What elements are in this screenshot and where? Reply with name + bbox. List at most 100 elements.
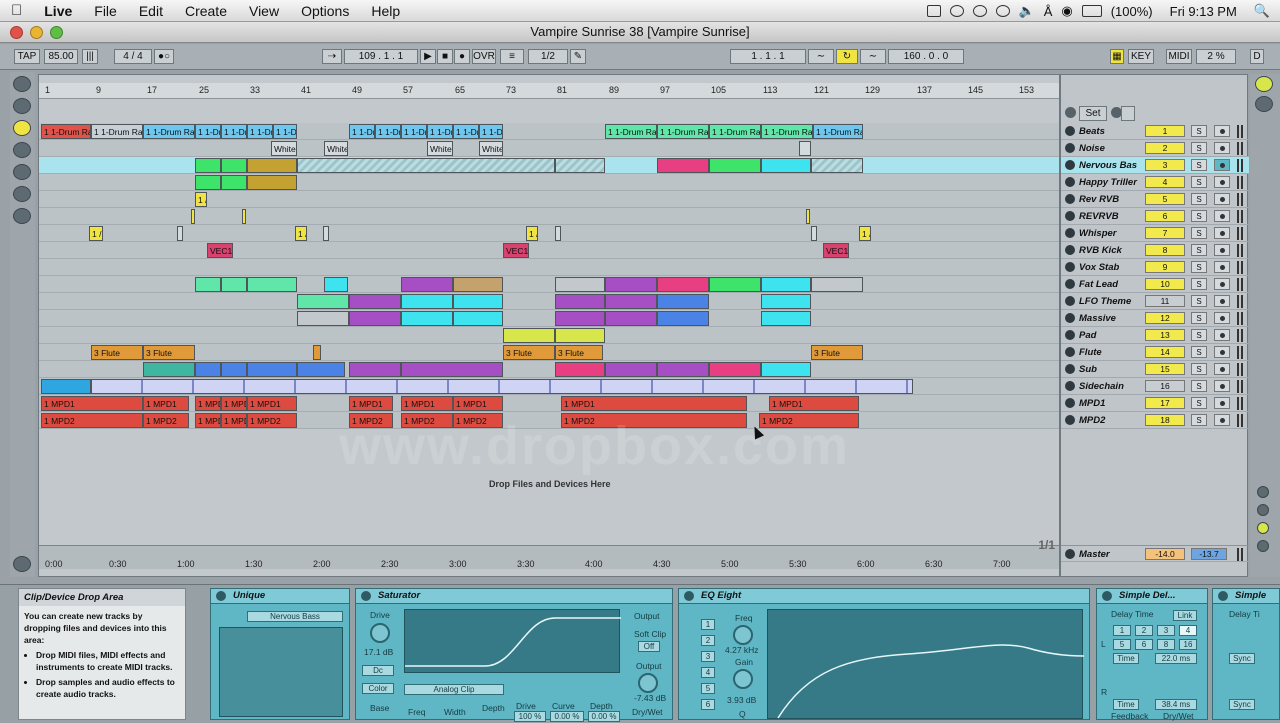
sync-button[interactable]: Sync	[1229, 653, 1255, 664]
arrangement-view[interactable]: 1 9 17 25 33 41 49 57 65 73 81 89 97 105…	[38, 74, 1060, 577]
menu-create[interactable]: Create	[174, 3, 238, 19]
solo-button[interactable]: S	[1191, 193, 1207, 205]
clock[interactable]: Fri 9:13 PM	[1170, 4, 1237, 19]
track-activator[interactable]: 9	[1145, 261, 1185, 273]
clip[interactable]: 1 1-Dr	[273, 124, 297, 139]
punch-out-button[interactable]: ∼	[860, 49, 886, 64]
play-icon[interactable]	[1065, 279, 1075, 289]
clip[interactable]: VEC1	[503, 243, 529, 258]
clip[interactable]	[324, 277, 348, 292]
midi-map-button[interactable]: MIDI	[1166, 49, 1192, 64]
clip[interactable]	[453, 311, 503, 326]
beat-ruler[interactable]: 1 9 17 25 33 41 49 57 65 73 81 89 97 105…	[39, 83, 1059, 99]
clip[interactable]	[401, 362, 503, 377]
arm-button[interactable]	[1214, 244, 1230, 256]
softclip-toggle[interactable]: Off	[638, 641, 660, 652]
lane-vox-stab[interactable]	[39, 259, 1059, 276]
clip[interactable]	[811, 277, 863, 292]
clip[interactable]: 1 /	[295, 226, 307, 241]
clip[interactable]: 1 MPD2	[41, 413, 143, 428]
clip[interactable]	[555, 226, 561, 241]
master-volume[interactable]: -14.0	[1145, 548, 1185, 560]
device-unique[interactable]: Unique Nervous Bass	[210, 588, 350, 720]
lane-rev-rvb[interactable]: 1 /	[39, 191, 1059, 208]
play-icon[interactable]	[1065, 549, 1075, 559]
arm-button[interactable]	[1214, 312, 1230, 324]
device-simple-delay[interactable]: Simple Del... Delay Time Link L 1 2 3 4 …	[1096, 588, 1208, 721]
arm-button[interactable]	[1214, 346, 1230, 358]
lane-lfo-theme[interactable]	[39, 293, 1059, 310]
track-activator[interactable]: 4	[1145, 176, 1185, 188]
metronome-button[interactable]: ●○	[154, 49, 174, 64]
solo-button[interactable]: S	[1191, 329, 1207, 341]
drive2-field[interactable]: 100 %	[514, 711, 546, 722]
clip[interactable]	[709, 277, 761, 292]
volume-icon[interactable]: 🔈	[1019, 3, 1035, 19]
clip[interactable]	[555, 277, 605, 292]
track-activator[interactable]: 10	[1145, 278, 1185, 290]
band-4[interactable]: 4	[701, 667, 715, 678]
lane-pad[interactable]	[39, 327, 1059, 344]
track-lfo-theme[interactable]: LFO Theme 11 S	[1061, 293, 1249, 310]
clip[interactable]	[195, 158, 221, 173]
clip[interactable]: 1 1-Dr	[247, 124, 273, 139]
clip[interactable]: 3 Flute	[91, 345, 143, 360]
arrangement-view-icon[interactable]	[1255, 96, 1273, 112]
solo-button[interactable]: S	[1191, 261, 1207, 273]
minimize-icon[interactable]	[30, 26, 43, 39]
lock-icon[interactable]	[1121, 106, 1135, 121]
overview-toggle-icon[interactable]	[13, 556, 31, 572]
time-left-button[interactable]: Time	[1113, 653, 1139, 664]
clip[interactable]: VEC1	[823, 243, 849, 258]
track-activator[interactable]: 7	[1145, 227, 1185, 239]
play-button[interactable]: ▶	[420, 49, 436, 64]
color-button[interactable]: Color	[362, 683, 394, 694]
clip[interactable]	[657, 158, 709, 173]
play-icon[interactable]	[1065, 211, 1075, 221]
clip[interactable]: 1 MPD2	[221, 413, 247, 428]
track-lanes[interactable]: 1 1-Drum Ra 1 1-Drum Ra 1 1-Drum Ra 1 1-…	[39, 123, 1059, 429]
live-devices-icon[interactable]	[13, 98, 31, 114]
lane-rvb-kick[interactable]: VEC1 VEC1 VEC1	[39, 242, 1059, 259]
solo-button[interactable]: S	[1191, 176, 1207, 188]
clip[interactable]	[709, 158, 761, 173]
power-icon[interactable]	[684, 591, 694, 601]
band-6[interactable]: 6	[701, 699, 715, 710]
track-activator[interactable]: 6	[1145, 210, 1185, 222]
drive-knob[interactable]	[370, 623, 390, 643]
lane-whisper[interactable]: 1 / 1 / 1 / 1 /	[39, 225, 1059, 242]
grid-5[interactable]: 5	[1113, 639, 1131, 650]
track-sub[interactable]: Sub 15 S	[1061, 361, 1249, 378]
grid-2[interactable]: 2	[1135, 625, 1153, 636]
clip[interactable]: VEC1	[207, 243, 233, 258]
track-beats[interactable]: Beats 1 S	[1061, 123, 1249, 140]
right-time-field[interactable]: 38.4 ms	[1155, 699, 1197, 710]
spotlight-icon[interactable]: 🔍	[1254, 3, 1270, 19]
band-3[interactable]: 3	[701, 651, 715, 662]
play-icon[interactable]	[1065, 364, 1075, 374]
set-button[interactable]: Set	[1079, 106, 1107, 121]
depth2-field[interactable]: 0.00 %	[588, 711, 620, 722]
clip[interactable]	[709, 362, 761, 377]
clip[interactable]: 1 MPD1	[247, 396, 297, 411]
arm-button[interactable]	[1214, 380, 1230, 392]
clip[interactable]	[177, 226, 183, 241]
clip[interactable]	[605, 311, 657, 326]
grid-16[interactable]: 16	[1179, 639, 1197, 650]
clip[interactable]	[297, 311, 349, 326]
track-activator[interactable]: 1	[1145, 125, 1185, 137]
clip[interactable]: 1 1-Dr	[349, 124, 375, 139]
track-activator[interactable]: 3	[1145, 159, 1185, 171]
clip[interactable]	[503, 328, 555, 343]
signature-field[interactable]: 4 / 4	[114, 49, 152, 64]
clip[interactable]: 1 /	[526, 226, 538, 241]
solo-button[interactable]: S	[1191, 244, 1207, 256]
plugins-icon[interactable]	[13, 120, 31, 136]
clip[interactable]: 1 MPD1	[561, 396, 747, 411]
clip[interactable]: 1 /	[859, 226, 871, 241]
arm-button[interactable]	[1214, 142, 1230, 154]
clip[interactable]: 1 MPD2	[195, 413, 221, 428]
clip[interactable]: 1 1-Dr	[427, 124, 453, 139]
clip[interactable]	[195, 362, 221, 377]
power-icon[interactable]	[216, 591, 226, 601]
